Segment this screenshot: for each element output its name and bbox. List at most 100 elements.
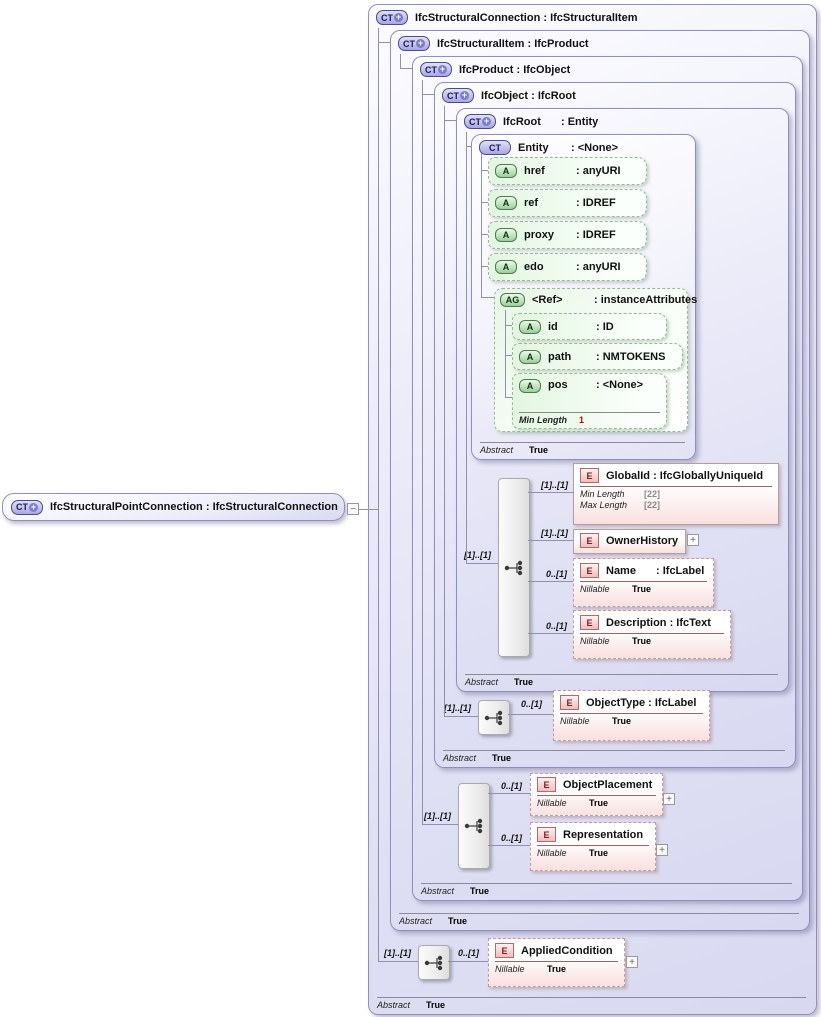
cardinality-appliedcondition: 0..[1] xyxy=(458,948,479,958)
element-icon: E xyxy=(537,777,556,792)
expand-toggle[interactable]: + xyxy=(663,793,675,805)
attribute-edo[interactable]: A edo: anyURI xyxy=(488,253,647,281)
attribute-path[interactable]: A path: NMTOKENS xyxy=(512,343,683,370)
type-box-header: CT+ IfcStructuralConnection : IfcStructu… xyxy=(376,10,638,25)
sequence-icon xyxy=(464,818,484,834)
connector-line xyxy=(505,310,506,397)
attribute-label: proxy: IDREF xyxy=(524,229,616,241)
element-objecttype[interactable]: E ObjectType : IfcLabel Nillable True xyxy=(553,690,710,741)
nillable-facet: Nillable True xyxy=(574,584,713,595)
connector-line xyxy=(488,793,530,794)
connector-line xyxy=(378,961,418,962)
attribute-id[interactable]: A id: ID xyxy=(512,313,667,340)
plus-icon: + xyxy=(29,503,38,512)
sequence-icon xyxy=(424,955,444,971)
sequence-connector-ifcproduct[interactable] xyxy=(458,783,490,869)
attribute-group-icon: AG xyxy=(500,293,525,307)
sequence-icon xyxy=(484,710,504,726)
cardinality-ownerhistory: [1]..[1] xyxy=(541,528,568,538)
attribute-label: edo: anyURI xyxy=(524,261,621,273)
root-type-label: IfcStructuralPointConnection : IfcStruct… xyxy=(50,501,338,513)
type-name: IfcProduct : IfcObject xyxy=(459,64,570,76)
element-appliedcondition[interactable]: E AppliedCondition Nillable True xyxy=(488,938,625,987)
sequence-connector-ifcstructuralconnection[interactable] xyxy=(418,945,450,980)
attribute-icon: A xyxy=(495,196,517,210)
element-name[interactable]: E Name: IfcLabel Nillable True xyxy=(573,558,714,607)
type-box-header: CT+ IfcObject : IfcRoot xyxy=(442,88,576,103)
element-label: OwnerHistory xyxy=(606,535,678,547)
connector-line xyxy=(422,824,458,825)
connector-line xyxy=(359,509,378,510)
expand-toggle[interactable]: + xyxy=(656,844,668,856)
connector-line xyxy=(528,540,573,541)
complex-type-icon: CT xyxy=(479,140,511,155)
abstract-facet: AbstractTrue xyxy=(480,442,685,455)
element-ownerhistory[interactable]: E OwnerHistory xyxy=(573,529,686,554)
attribute-group-header: AG <Ref>: instanceAttributes xyxy=(500,293,697,307)
root-type-box-ifcstructuralpointconnection[interactable]: CT+ IfcStructuralPointConnection : IfcSt… xyxy=(2,493,345,521)
complex-type-plus-icon: CT+ xyxy=(420,62,452,77)
min-length-facet: Min Length [22] xyxy=(574,489,778,500)
attribute-href[interactable]: A href: anyURI xyxy=(488,157,647,185)
divider xyxy=(580,581,707,582)
cardinality-sequence-ifcproduct: [1]..[1] xyxy=(424,811,451,821)
plus-icon: + xyxy=(438,65,447,74)
sequence-connector-ifcroot[interactable] xyxy=(498,478,530,657)
element-label: ObjectPlacement xyxy=(563,779,652,791)
attribute-icon: A xyxy=(519,379,541,393)
element-header: E OwnerHistory xyxy=(574,530,685,550)
element-icon: E xyxy=(580,615,599,630)
attribute-pos[interactable]: A pos: <None> Min Length 1 xyxy=(512,373,667,429)
nillable-facet: Nillable True xyxy=(531,848,655,859)
divider xyxy=(537,795,656,796)
attribute-icon: A xyxy=(495,228,517,242)
element-icon: E xyxy=(495,943,514,958)
abstract-facet: AbstractTrue xyxy=(399,913,799,926)
connector-line xyxy=(481,170,488,171)
attribute-label: pos: <None> xyxy=(548,379,643,391)
element-representation[interactable]: E Representation Nillable True xyxy=(530,822,656,871)
cardinality-globalid: [1]..[1] xyxy=(541,480,568,490)
element-objectplacement[interactable]: E ObjectPlacement Nillable True xyxy=(530,773,663,816)
cardinality-objectplacement: 0..[1] xyxy=(501,781,522,791)
complex-type-plus-icon: CT+ xyxy=(11,500,43,515)
complex-type-plus-icon: CT+ xyxy=(376,10,408,25)
element-globalid[interactable]: E GlobalId : IfcGloballyUniqueId Min Len… xyxy=(573,463,779,525)
element-header: E ObjectType : IfcLabel xyxy=(554,691,709,712)
type-name: IfcRoot: Entity xyxy=(503,116,598,128)
element-header: E Name: IfcLabel xyxy=(574,559,713,580)
complex-type-plus-icon: CT+ xyxy=(398,36,430,51)
cardinality-description: 0..[1] xyxy=(546,621,567,631)
complex-type-plus-icon: CT+ xyxy=(464,114,496,129)
attribute-proxy[interactable]: A proxy: IDREF xyxy=(488,221,647,249)
divider xyxy=(495,961,618,962)
connector-line xyxy=(528,492,573,493)
attribute-icon: A xyxy=(495,260,517,274)
complex-type-plus-icon: CT+ xyxy=(442,88,474,103)
collapse-toggle[interactable]: − xyxy=(347,503,359,515)
type-name: Entity: <None> xyxy=(518,142,618,154)
plus-icon: + xyxy=(394,13,403,22)
nillable-facet: Nillable True xyxy=(489,964,624,975)
connector-line xyxy=(528,581,573,582)
cardinality-sequence-connection: [1]..[1] xyxy=(384,948,411,958)
cardinality-sequence-ifcobject: [1]..[1] xyxy=(444,703,471,713)
connector-line xyxy=(488,845,530,846)
expand-toggle[interactable]: + xyxy=(687,534,699,546)
expand-toggle[interactable]: + xyxy=(626,956,638,968)
attribute-ref[interactable]: A ref: IDREF xyxy=(488,189,647,217)
abstract-facet: AbstractTrue xyxy=(465,674,778,687)
sequence-connector-ifcobject[interactable] xyxy=(478,700,510,735)
abstract-facet: AbstractTrue xyxy=(421,883,792,896)
type-box-header: CT+ IfcStructuralItem : IfcProduct xyxy=(398,36,589,51)
element-icon: E xyxy=(580,468,599,483)
cardinality-representation: 0..[1] xyxy=(501,833,522,843)
element-label: Name: IfcLabel xyxy=(606,565,704,577)
connector-line xyxy=(444,106,445,716)
divider xyxy=(537,845,649,846)
nillable-facet: Nillable True xyxy=(574,636,730,647)
element-label: Description : IfcText xyxy=(606,617,711,629)
sequence-icon xyxy=(504,560,524,576)
element-description[interactable]: E Description : IfcText Nillable True xyxy=(573,610,731,659)
element-header: E AppliedCondition xyxy=(489,939,624,960)
